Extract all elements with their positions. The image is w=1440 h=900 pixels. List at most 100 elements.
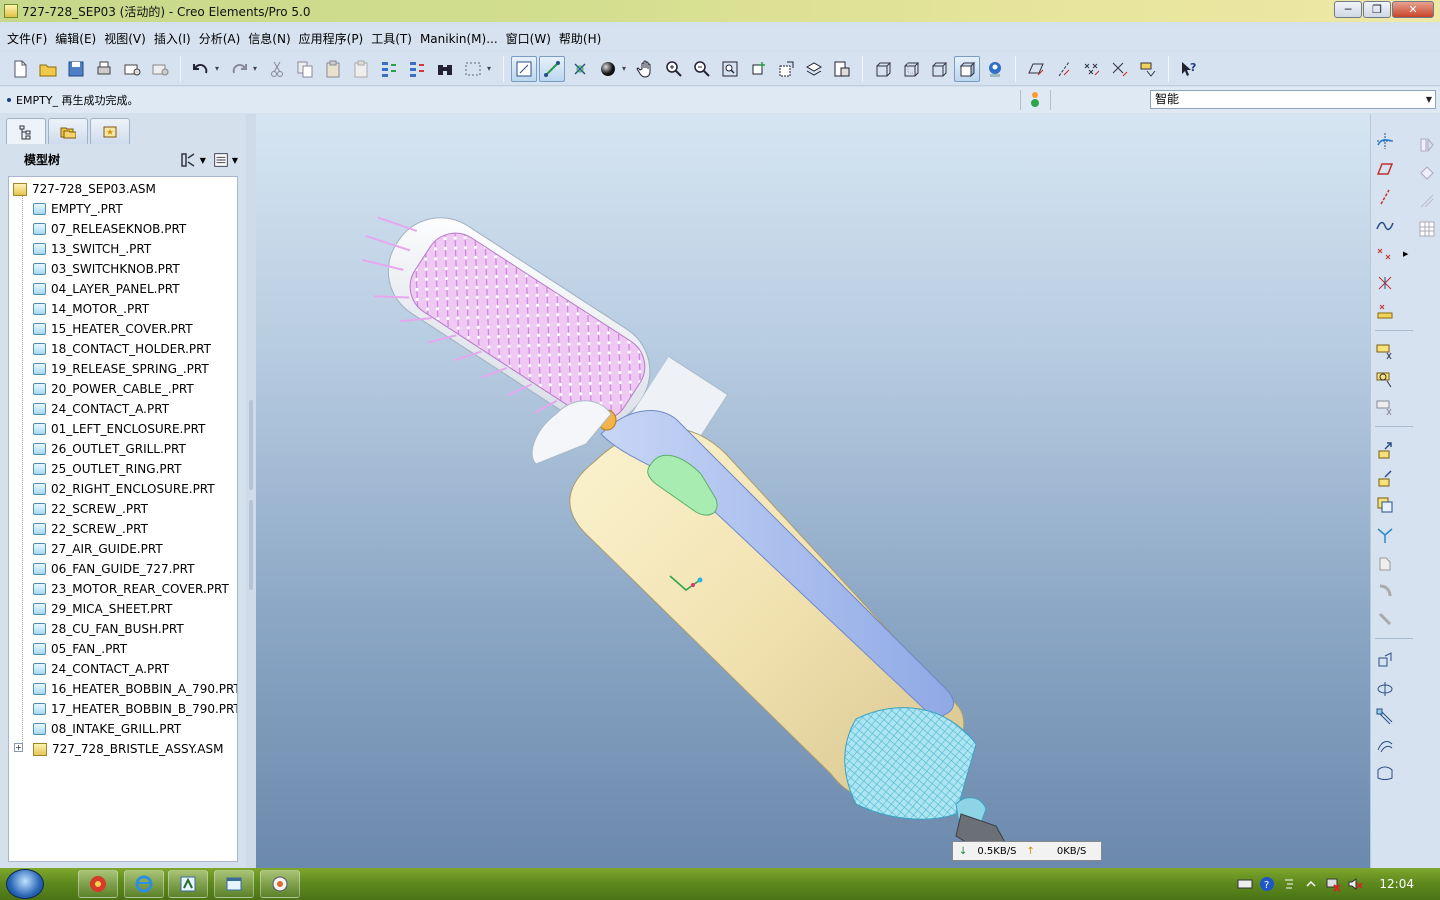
analysis-feature-icon[interactable] [1373,300,1397,322]
show-hidden-icons[interactable] [1303,876,1319,892]
tree-item[interactable]: 29_MICA_SHEET.PRT [33,599,172,619]
start-button[interactable] [6,869,44,899]
chamfer-icon[interactable] [1373,608,1397,630]
pattern-icon[interactable] [1373,524,1397,546]
tree-item[interactable]: 24_CONTACT_A.PRT [33,659,169,679]
select-dropdown-icon[interactable]: ▾ [487,64,495,73]
shading-sphere-icon[interactable] [595,56,621,82]
show-columns-icon[interactable] [212,151,230,169]
taskbar-app-icon[interactable] [260,870,300,898]
trim-icon[interactable] [1373,706,1397,728]
tree-item[interactable]: 18_CONTACT_HOLDER.PRT [33,339,211,359]
tree-item[interactable]: 19_RELEASE_SPRING_.PRT [33,359,209,379]
undo-dropdown-icon[interactable]: ▾ [215,64,223,73]
tree-item[interactable]: 01_LEFT_ENCLOSURE.PRT [33,419,205,439]
mirror-icon[interactable] [1373,650,1397,672]
open-folder-icon[interactable] [35,56,61,82]
menu-info[interactable]: 信息(N) [244,28,294,50]
chevron-right-icon[interactable]: ▶ [1403,250,1408,258]
taskbar-app-icon[interactable] [214,870,254,898]
menu-tools[interactable]: 工具(T) [367,28,416,50]
menu-view[interactable]: 视图(V) [100,28,150,50]
tree-settings-icon[interactable] [178,150,198,170]
refit-icon[interactable] [717,56,743,82]
copy-icon[interactable] [292,56,318,82]
tree-item[interactable]: 24_CONTACT_A.PRT [33,399,169,419]
tree-item[interactable]: 13_SWITCH_.PRT [33,239,151,259]
csys-tool-icon[interactable] [1107,56,1133,82]
datum-plane-icon[interactable] [1373,158,1397,180]
zoom-in-icon[interactable] [661,56,687,82]
menu-window[interactable]: 窗口(W) [502,28,555,50]
tree-item[interactable]: 03_SWITCHKNOB.PRT [33,259,180,279]
tree-item[interactable]: 04_LAYER_PANEL.PRT [33,279,180,299]
tree-settings-dropdown-icon[interactable]: ▼ [200,156,206,165]
undo-icon[interactable] [188,56,214,82]
layers-icon[interactable] [801,56,827,82]
draft-icon[interactable] [1415,190,1439,212]
grid-icon[interactable] [1415,218,1439,240]
datum-plane-display-icon[interactable] [511,55,537,82]
panel-splitter[interactable] [246,114,256,868]
splitter-handle[interactable] [249,400,253,490]
datum-axis-icon[interactable] [1373,186,1397,208]
axis-tool-icon[interactable] [1051,56,1077,82]
graphics-viewport[interactable] [256,114,1370,868]
component-place-icon[interactable] [1373,340,1397,362]
sketch-datum-icon[interactable] [1373,130,1397,152]
tab-folder-browser[interactable] [48,118,88,144]
email-link-icon[interactable] [147,56,173,82]
tree-item[interactable]: 07_RELEASEKNOB.PRT [33,219,186,239]
tree-item[interactable]: 02_RIGHT_ENCLOSURE.PRT [33,479,215,499]
extrude-icon[interactable] [1373,440,1397,462]
tree-item[interactable]: 17_HEATER_BOBBIN_B_790.PRT [33,699,237,719]
tree-item[interactable]: 22_SCREW_.PRT [33,519,148,539]
taskbar-app-icon[interactable] [124,870,164,898]
help-icon[interactable]: ? [1259,876,1275,892]
select-box-icon[interactable] [460,56,486,82]
point-tool-icon[interactable] [1079,56,1105,82]
menu-applications[interactable]: 应用程序(P) [295,28,368,50]
print-icon[interactable] [91,56,117,82]
component-create-icon[interactable] [1373,368,1397,390]
tree-item[interactable]: 20_POWER_CABLE_.PRT [33,379,194,399]
tab-favorites[interactable] [90,118,130,144]
menu-analysis[interactable]: 分析(A) [195,28,245,50]
tree-root-item[interactable]: 727-728_SEP03.ASM [13,179,156,199]
feature-display-icon[interactable] [1415,162,1439,184]
round-icon[interactable] [1373,580,1397,602]
datum-axis-display-icon[interactable] [539,55,565,82]
tree-item[interactable]: 08_INTAKE_GRILL.PRT [33,719,181,739]
menu-insert[interactable]: 插入(I) [150,28,195,50]
paste-icon[interactable] [320,56,346,82]
plane-tool-icon[interactable] [1023,56,1049,82]
reorient-icon[interactable] [745,56,771,82]
saved-views-icon[interactable] [773,56,799,82]
tree-item[interactable]: 16_HEATER_BOBBIN_A_790.PRT [33,679,237,699]
boundary-blend-icon[interactable] [1373,762,1397,784]
tree-item[interactable]: 28_CU_FAN_BUSH.PRT [33,619,184,639]
email-icon[interactable] [119,56,145,82]
tree-item[interactable]: 22_SCREW_.PRT [33,499,148,519]
tree-item[interactable]: 06_FAN_GUIDE_727.PRT [33,559,194,579]
cut-icon[interactable] [264,56,290,82]
tree-item[interactable]: 25_OUTLET_RING.PRT [33,459,181,479]
expand-toggle-icon[interactable]: + [14,743,23,752]
datum-point-icon[interactable] [1373,244,1397,266]
offset-icon[interactable] [1373,734,1397,756]
volume-muted-icon[interactable] [1347,876,1363,892]
menu-help[interactable]: 帮助(H) [555,28,605,50]
selection-filter-select[interactable]: 智能 ▼ [1150,90,1436,109]
tree-item[interactable]: 05_FAN_.PRT [33,639,127,659]
find-icon[interactable] [432,56,458,82]
model-display-icon[interactable] [982,56,1008,82]
merge-icon[interactable] [1373,678,1397,700]
zoom-out-icon[interactable] [689,56,715,82]
shading-dropdown-icon[interactable]: ▾ [622,64,630,73]
component-repeat-icon[interactable] [1373,396,1397,418]
redo-dropdown-icon[interactable]: ▾ [253,64,261,73]
shell-icon[interactable] [1373,552,1397,574]
regeneration-status-light-icon[interactable] [1030,91,1040,109]
maximize-button[interactable]: ❐ [1363,1,1391,18]
datum-point-display-icon[interactable] [567,56,593,82]
